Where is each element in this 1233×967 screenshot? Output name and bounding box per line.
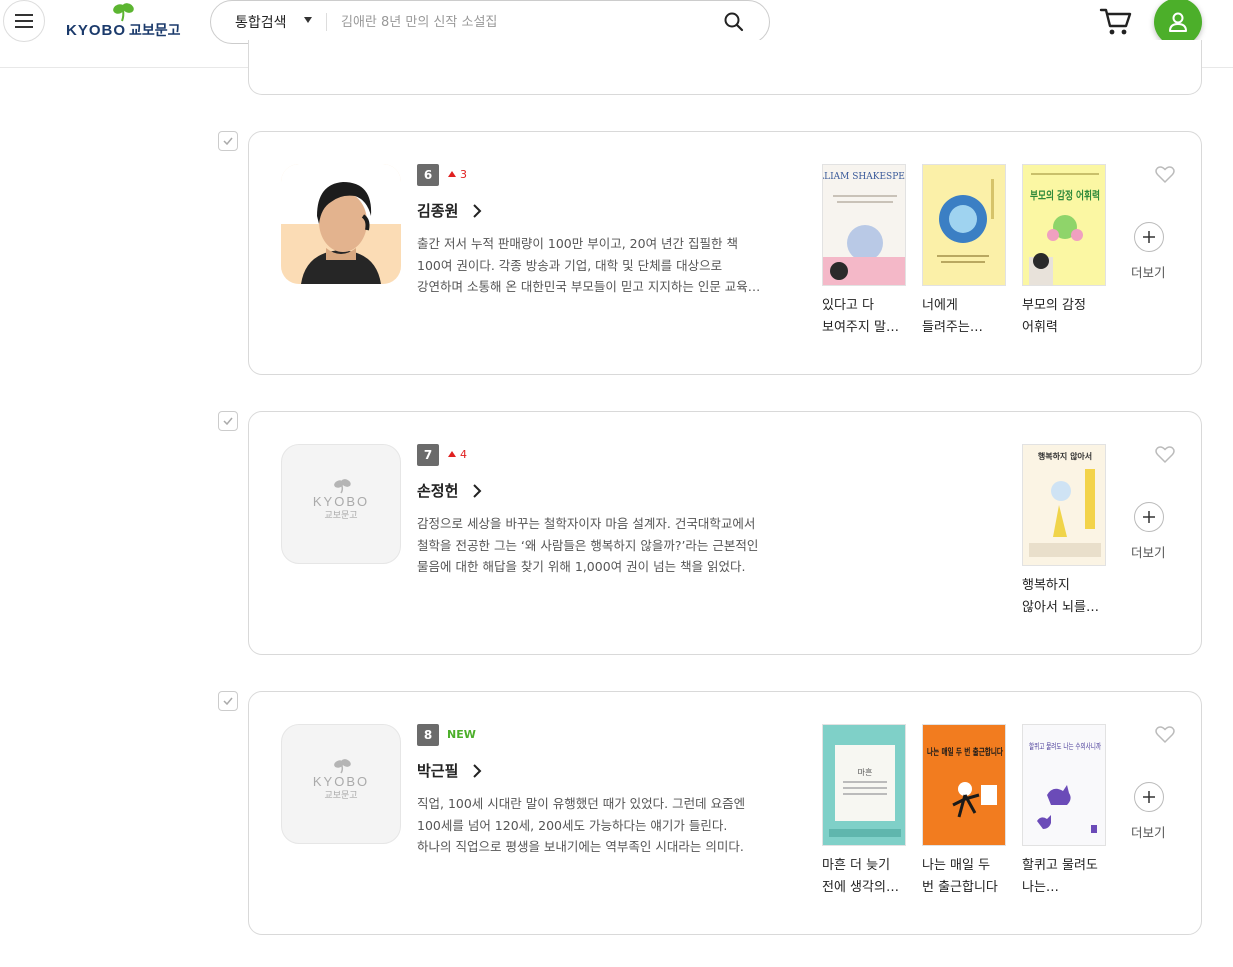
- author-photo[interactable]: [281, 164, 401, 284]
- book-cover-text: 마흔: [858, 767, 873, 777]
- plus-icon: [1143, 231, 1155, 243]
- book-cover[interactable]: [922, 164, 1006, 286]
- search-icon[interactable]: [723, 11, 745, 33]
- select-checkbox[interactable]: [218, 691, 238, 711]
- book-item[interactable]: 나는 매일 두 번 출근합니다 나는 매일 두 번 출근합니다: [922, 724, 1006, 899]
- heart-icon[interactable]: [1155, 446, 1175, 464]
- chevron-right-icon[interactable]: [471, 484, 483, 498]
- author-card: KYOBO 교보문고 7 4 손정헌 감정으로 세상을 바꾸는 철학자이자 마음…: [248, 411, 1202, 655]
- kyobo-placeholder-logo: KYOBO 교보문고: [313, 479, 369, 521]
- rank-up-icon: [448, 171, 456, 177]
- search-input[interactable]: [341, 10, 711, 34]
- book-item[interactable]: 너에게 들려주는 꼿꼿한 말: [922, 164, 1006, 339]
- book-cover-art: WILLIAM SHAKESPEARE: [823, 165, 906, 285]
- book-cover-art: [923, 165, 1005, 285]
- heart-icon[interactable]: [1155, 166, 1175, 184]
- book-title[interactable]: 부모의 감정 어휘력: [1022, 295, 1106, 339]
- book-item[interactable]: 할퀴고 물려도 나는 수의사니까 할퀴고 물려도 나는 수의사니까: [1022, 724, 1106, 899]
- book-item[interactable]: 행복하지 않아서 행복하지 않아서 뇌를 바꾸려고 합니다: [1022, 444, 1106, 619]
- author-photo-placeholder[interactable]: KYOBO 교보문고: [281, 444, 401, 564]
- book-cover[interactable]: WILLIAM SHAKESPEARE: [822, 164, 906, 286]
- book-item[interactable]: 부모의 감정 어휘력 부모의 감정 어휘력: [1022, 164, 1106, 339]
- caret-down-icon[interactable]: [304, 17, 312, 23]
- book-title[interactable]: 마흔 더 늦기 전에 생각의 틀을 바꿔라: [822, 855, 906, 899]
- rank-change: 4: [448, 448, 467, 461]
- book-cover-text: 나는 매일 두 번 출근합니다: [927, 746, 1004, 758]
- select-checkbox[interactable]: [218, 411, 238, 431]
- author-description: 직업, 100세 시대란 말이 유행했던 때가 있었다. 그런데 요즘엔 100…: [417, 796, 746, 854]
- more-books-button[interactable]: [1134, 222, 1164, 252]
- plus-icon: [1143, 511, 1155, 523]
- kyobo-placeholder-logo: KYOBO 교보문고: [313, 759, 369, 801]
- book-cover-art: 부모의 감정 어휘력: [1023, 165, 1105, 285]
- select-checkbox[interactable]: [218, 131, 238, 151]
- rank-change: 3: [448, 168, 467, 181]
- book-cover-text: WILLIAM SHAKESPEARE: [823, 172, 906, 182]
- search-bar: 통합검색: [210, 0, 770, 44]
- rank-badge: 7: [417, 444, 439, 466]
- author-portrait-image: [281, 164, 401, 284]
- placeholder-text-ko: 교보문고: [324, 510, 357, 521]
- author-description: 감정으로 세상을 바꾸는 철학자이자 마음 설계자. 건국대학교에서 철학을 전…: [417, 516, 759, 574]
- cart-icon[interactable]: [1098, 4, 1134, 38]
- author-card: KYOBO 교보문고 8 NEW 박근필 직업, 100세 시대란 말이 유행했…: [248, 691, 1202, 935]
- rank-change-value: 3: [460, 168, 467, 181]
- kyobo-logo[interactable]: KYOBO 교보문고: [66, 3, 188, 40]
- author-card-previous: [248, 40, 1202, 95]
- placeholder-text-en: KYOBO: [313, 774, 369, 789]
- check-icon: [223, 137, 233, 145]
- logo-en: KYOBO: [66, 22, 127, 39]
- author-name[interactable]: 박근필: [417, 760, 458, 781]
- author-name[interactable]: 손정헌: [417, 480, 458, 501]
- book-title[interactable]: 있다고 다 보여주지 말고 안다고 다 말하지 마라: [822, 295, 906, 339]
- book-item[interactable]: 마흔 마흔 더 늦기 전에 생각의 틀을 바꿔라: [822, 724, 906, 899]
- search-category-select[interactable]: 통합검색: [235, 12, 287, 32]
- rank-up-icon: [448, 451, 456, 457]
- heart-icon[interactable]: [1155, 726, 1175, 744]
- book-item[interactable]: WILLIAM SHAKESPEARE 있다고 다 보여주지 말고 안다고 다 …: [822, 164, 906, 339]
- book-cover-art: 할퀴고 물려도 나는 수의사니까: [1023, 725, 1105, 845]
- placeholder-text-en: KYOBO: [313, 494, 369, 509]
- book-cover-art: 나는 매일 두 번 출근합니다: [923, 725, 1005, 845]
- book-cover[interactable]: 할퀴고 물려도 나는 수의사니까: [1022, 724, 1106, 846]
- book-cover[interactable]: 부모의 감정 어휘력: [1022, 164, 1106, 286]
- book-title[interactable]: 너에게 들려주는 꼿꼿한 말: [922, 295, 1006, 339]
- book-cover-art: 마흔: [823, 725, 905, 845]
- more-books-button[interactable]: [1134, 502, 1164, 532]
- chevron-right-icon[interactable]: [471, 764, 483, 778]
- more-label[interactable]: 더보기: [1131, 822, 1166, 841]
- author-photo-placeholder[interactable]: KYOBO 교보문고: [281, 724, 401, 844]
- hamburger-icon: [15, 14, 33, 28]
- logo-ko: 교보문고: [129, 22, 181, 38]
- plus-icon: [1143, 791, 1155, 803]
- book-cover-art: 행복하지 않아서: [1023, 445, 1105, 565]
- rank-new-badge: NEW: [447, 728, 476, 741]
- rank-change-value: 4: [460, 448, 467, 461]
- book-cover[interactable]: 나는 매일 두 번 출근합니다: [922, 724, 1006, 846]
- author-name[interactable]: 김종원: [417, 200, 458, 221]
- book-cover[interactable]: 행복하지 않아서: [1022, 444, 1106, 566]
- book-cover-text: 부모의 감정 어휘력: [1030, 188, 1100, 202]
- check-icon: [223, 417, 233, 425]
- divider: [326, 13, 327, 31]
- menu-button[interactable]: [3, 0, 45, 42]
- more-books-button[interactable]: [1134, 782, 1164, 812]
- book-title[interactable]: 나는 매일 두 번 출근합니다: [922, 855, 1006, 899]
- book-cover-text: 행복하지 않아서: [1038, 451, 1092, 461]
- book-title[interactable]: 할퀴고 물려도 나는 수의사니까: [1022, 855, 1106, 899]
- book-cover[interactable]: 마흔: [822, 724, 906, 846]
- book-cover-text: 할퀴고 물려도 나는 수의사니까: [1029, 741, 1101, 751]
- placeholder-text-ko: 교보문고: [324, 790, 357, 801]
- chevron-right-icon[interactable]: [471, 204, 483, 218]
- author-description: 출간 저서 누적 판매량이 100만 부이고, 20여 년간 집필한 책 100…: [417, 236, 748, 294]
- rank-badge: 6: [417, 164, 439, 186]
- book-title[interactable]: 행복하지 않아서 뇌를 바꾸려고 합니다: [1022, 575, 1106, 619]
- user-icon: [1169, 12, 1187, 32]
- rank-badge: 8: [417, 724, 439, 746]
- check-icon: [223, 697, 233, 705]
- sprout-icon: [113, 3, 134, 22]
- more-label[interactable]: 더보기: [1131, 542, 1166, 561]
- author-card: 6 3 김종원 출간 저서 누적 판매량이 100만 부이고, 20여 년간 집…: [248, 131, 1202, 375]
- more-label[interactable]: 더보기: [1131, 262, 1166, 281]
